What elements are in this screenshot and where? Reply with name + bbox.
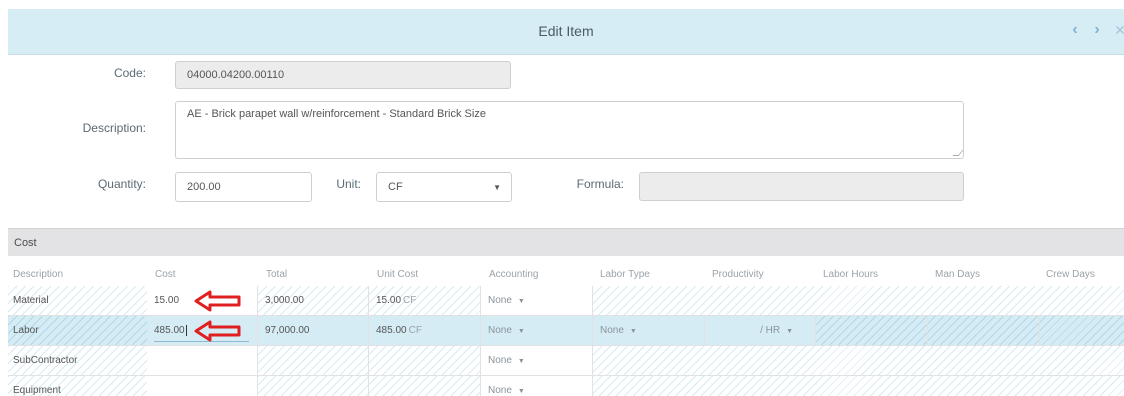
table-row: Material 15.00 3,000.00 15.00 CF None ▼ [8, 286, 1124, 316]
row-label-labor: Labor [13, 325, 39, 336]
labor-accounting-select[interactable]: None ▼ [481, 316, 593, 345]
subcontractor-cost-input[interactable] [147, 346, 258, 375]
left-arrow-icon [194, 320, 241, 342]
col-header-cost: Cost [155, 269, 176, 280]
chevron-down-icon: ▼ [517, 358, 525, 365]
quantity-field[interactable]: 200.00 [175, 172, 312, 202]
col-header-productivity: Productivity [712, 269, 764, 280]
material-accounting-select[interactable]: None ▼ [481, 286, 593, 315]
code-label: Code: [113, 66, 146, 80]
unit-value: CF [388, 181, 403, 193]
dialog-title: Edit Item [538, 23, 594, 39]
labor-unit-cost: 485.00 CF [369, 316, 481, 345]
subcontractor-total [258, 346, 369, 375]
table-row: SubContractor None ▼ [8, 346, 1124, 376]
unit-label: Unit: [336, 177, 361, 191]
labor-hours-cell [816, 316, 928, 345]
col-header-total: Total [266, 269, 288, 280]
chevron-down-icon: ▼ [517, 388, 525, 395]
equipment-accounting-select[interactable]: None ▼ [481, 376, 593, 396]
col-header-man-days: Man Days [935, 269, 981, 280]
description-value: AE - Brick parapet wall w/reinforcement … [187, 108, 486, 120]
chevron-down-icon: ▼ [517, 328, 525, 335]
subcontractor-accounting-select[interactable]: None ▼ [481, 346, 593, 375]
labor-crew-days-cell [1040, 316, 1124, 345]
quantity-label: Quantity: [97, 177, 146, 191]
labor-total: 97,000.00 [258, 316, 369, 345]
row-label-equipment: Equipment [13, 385, 61, 396]
text-cursor [185, 325, 187, 336]
chevron-down-icon: ▼ [786, 328, 793, 335]
code-field[interactable]: 04000.04200.00110 [175, 61, 511, 89]
quantity-value: 200.00 [187, 181, 221, 193]
description-label: Description: [82, 121, 146, 135]
cost-section-header: Cost [8, 228, 1124, 256]
material-total: 3,000.00 [258, 286, 369, 315]
col-header-labor-hours: Labor Hours [823, 269, 879, 280]
equipment-unit-cost [369, 376, 481, 396]
chevron-down-icon: ▼ [629, 328, 637, 335]
col-header-accounting: Accounting [489, 269, 539, 280]
dialog-header: Edit Item ‹ › ✕ [8, 9, 1124, 55]
formula-field[interactable] [639, 172, 964, 201]
row-label-subcontractor: SubContractor [13, 355, 78, 366]
description-textarea[interactable]: AE - Brick parapet wall w/reinforcement … [175, 101, 964, 159]
unit-select[interactable]: CF ▼ [376, 172, 512, 202]
col-header-crew-days: Crew Days [1046, 269, 1095, 280]
labor-type-select[interactable]: None ▼ [593, 316, 705, 345]
chevron-down-icon: ▼ [517, 298, 525, 305]
material-unit-cost: 15.00 CF [369, 286, 481, 315]
labor-productivity-select[interactable]: / HR ▼ [705, 316, 816, 345]
col-header-description: Description [13, 269, 64, 280]
resize-grip-icon[interactable] [952, 150, 964, 156]
labor-man-days-cell [928, 316, 1040, 345]
subcontractor-unit-cost [369, 346, 481, 375]
row-label-material: Material [13, 295, 49, 306]
code-value: 04000.04200.00110 [187, 69, 285, 81]
table-row: Equipment None ▼ [8, 376, 1124, 396]
chevron-down-icon: ▼ [493, 182, 501, 192]
formula-label: Formula: [576, 177, 624, 191]
equipment-cost-input[interactable] [147, 376, 258, 396]
chevron-left-icon[interactable]: ‹ [1066, 20, 1084, 40]
col-header-unit-cost: Unit Cost [377, 269, 419, 280]
chevron-right-icon[interactable]: › [1088, 20, 1106, 40]
col-header-labor-type: Labor Type [600, 269, 650, 280]
table-row: Labor 485.00 97,000.00 485.00 CF None ▼ No… [8, 316, 1124, 346]
equipment-total [258, 376, 369, 396]
left-arrow-icon [194, 290, 241, 312]
cost-section-title: Cost [14, 237, 37, 249]
close-icon[interactable]: ✕ [1111, 20, 1124, 40]
